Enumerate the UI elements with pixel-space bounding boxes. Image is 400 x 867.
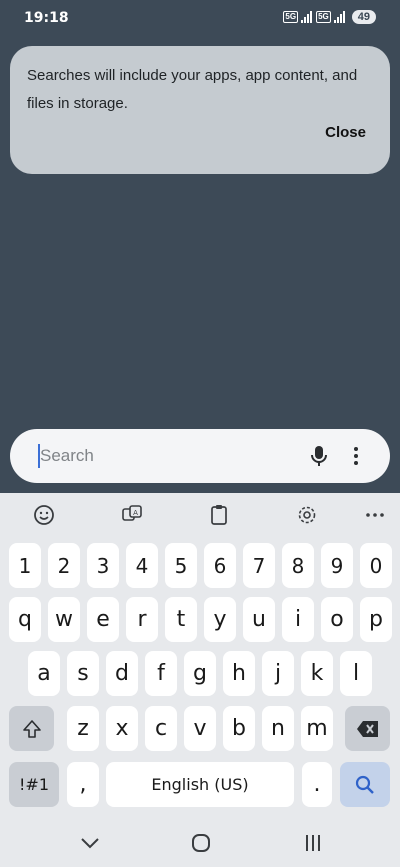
status-icons: 5G 5G 49 xyxy=(283,10,376,24)
emoji-icon[interactable] xyxy=(29,501,59,529)
search-tip-card: Searches will include your apps, app con… xyxy=(10,46,390,174)
key-p[interactable]: p xyxy=(360,597,392,642)
key-d[interactable]: d xyxy=(106,651,138,696)
tip-message: Searches will include your apps, app con… xyxy=(27,67,358,112)
key-c[interactable]: c xyxy=(145,706,177,751)
microphone-icon[interactable] xyxy=(308,444,330,468)
search-bar[interactable] xyxy=(10,429,390,483)
key-7[interactable]: 7 xyxy=(243,543,275,588)
signal-icon xyxy=(301,11,313,23)
key-f[interactable]: f xyxy=(145,651,177,696)
translate-icon[interactable]: A xyxy=(117,501,147,529)
settings-icon[interactable] xyxy=(292,501,322,529)
more-vert-icon[interactable] xyxy=(346,444,366,468)
key-m[interactable]: m xyxy=(301,706,333,751)
keyboard-toolbar: A xyxy=(0,493,400,537)
network-type-badge-2: 5G xyxy=(316,11,331,23)
key-k[interactable]: k xyxy=(301,651,333,696)
key-z[interactable]: z xyxy=(67,706,99,751)
backspace-key[interactable] xyxy=(345,706,390,751)
search-key[interactable] xyxy=(340,762,390,807)
key-b[interactable]: b xyxy=(223,706,255,751)
key-3[interactable]: 3 xyxy=(87,543,119,588)
status-time: 19:18 xyxy=(24,10,69,26)
key-0[interactable]: 0 xyxy=(360,543,392,588)
backspace-icon xyxy=(356,720,378,737)
key-q[interactable]: q xyxy=(9,597,41,642)
key-x[interactable]: x xyxy=(106,706,138,751)
key-s[interactable]: s xyxy=(67,651,99,696)
more-options-icon[interactable] xyxy=(360,501,390,529)
on-screen-keyboard: A !#1 , English (US) . 123456789 0 q w e… xyxy=(0,493,400,818)
key-v[interactable]: v xyxy=(184,706,216,751)
key-n[interactable]: n xyxy=(262,706,294,751)
back-chevron-icon[interactable] xyxy=(78,832,102,854)
battery-indicator: 49 xyxy=(351,10,376,24)
space-key[interactable]: English (US) xyxy=(106,762,294,807)
search-icon xyxy=(355,775,374,794)
screen: 19:18 5G 5G 49 Searches will include you… xyxy=(0,0,400,867)
key-6[interactable]: 6 xyxy=(204,543,236,588)
key-y[interactable]: y xyxy=(204,597,236,642)
key-1[interactable]: 1 xyxy=(9,543,41,588)
home-icon[interactable] xyxy=(189,832,213,854)
key-u[interactable]: u xyxy=(243,597,275,642)
key-5[interactable]: 5 xyxy=(165,543,197,588)
comma-key[interactable]: , xyxy=(67,762,99,807)
key-2[interactable]: 2 xyxy=(48,543,80,588)
key-w[interactable]: w xyxy=(48,597,80,642)
clipboard-icon[interactable] xyxy=(204,501,234,529)
search-input[interactable] xyxy=(40,441,290,471)
key-g[interactable]: g xyxy=(184,651,216,696)
key-i[interactable]: i xyxy=(282,597,314,642)
key-r[interactable]: r xyxy=(126,597,158,642)
key-h[interactable]: h xyxy=(223,651,255,696)
close-button[interactable]: Close xyxy=(325,124,366,141)
key-8[interactable]: 8 xyxy=(282,543,314,588)
key-e[interactable]: e xyxy=(87,597,119,642)
network-type-badge: 5G xyxy=(283,11,299,23)
recent-apps-icon[interactable] xyxy=(301,832,325,854)
signal-icon-2 xyxy=(333,11,345,23)
key-9[interactable]: 9 xyxy=(321,543,353,588)
key-o[interactable]: o xyxy=(321,597,353,642)
shift-key[interactable] xyxy=(9,706,54,751)
key-j[interactable]: j xyxy=(262,651,294,696)
svg-text:A: A xyxy=(133,509,138,517)
key-t[interactable]: t xyxy=(165,597,197,642)
key-a[interactable]: a xyxy=(28,651,60,696)
shift-icon xyxy=(22,719,41,738)
key-4[interactable]: 4 xyxy=(126,543,158,588)
period-key[interactable]: . xyxy=(302,762,332,807)
symbols-key[interactable]: !#1 xyxy=(9,762,59,807)
status-bar: 19:18 5G 5G 49 xyxy=(0,0,400,36)
key-l[interactable]: l xyxy=(340,651,372,696)
navigation-bar xyxy=(0,818,400,867)
